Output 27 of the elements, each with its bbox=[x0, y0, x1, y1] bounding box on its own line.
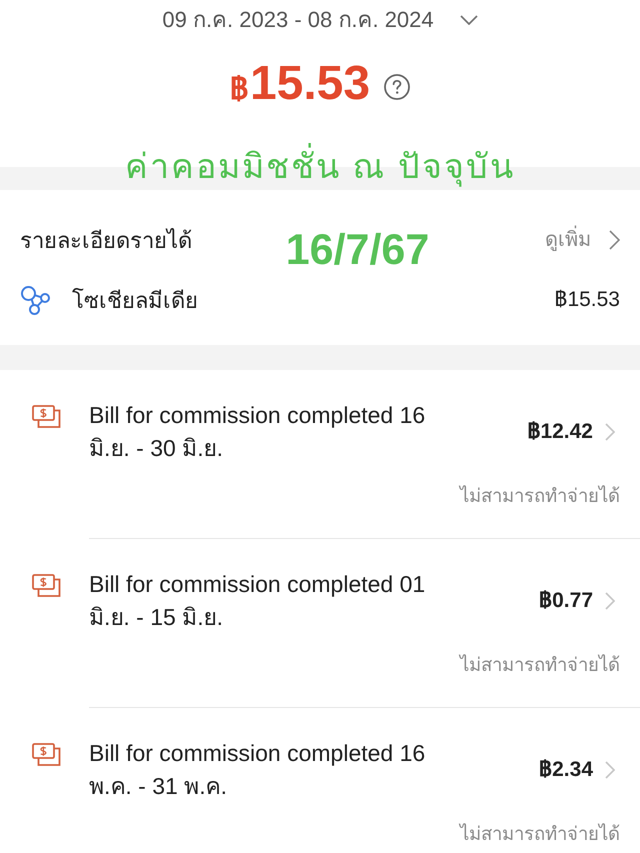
bill-status: ไม่สามารถทำจ่ายได้ bbox=[458, 653, 620, 677]
chevron-right-icon bbox=[609, 230, 620, 250]
bill-amount-link[interactable]: ฿12.42 bbox=[527, 416, 593, 448]
bill-amount-link[interactable]: ฿2.34 bbox=[539, 754, 593, 786]
bill-title: Bill for commission completed 16 มิ.ย. - 30 มิ.ย. bbox=[89, 401, 426, 463]
chevron-right-icon[interactable] bbox=[605, 592, 615, 610]
section-title: รายละเอียดรายได้ bbox=[20, 226, 192, 254]
bill-title: Bill for commission completed 16 พ.ค. - 31 พ.ค. bbox=[89, 739, 426, 801]
source-name: โซเชียลมีเดีย bbox=[72, 286, 198, 314]
total-amount: ฿15.53 bbox=[230, 56, 370, 112]
bill-icon bbox=[32, 405, 61, 429]
bill-icon bbox=[32, 743, 61, 767]
source-amount: ฿15.53 bbox=[554, 287, 620, 314]
annotation-text: 16/7/67 bbox=[284, 228, 430, 272]
bill-status: ไม่สามารถทำจ่ายได้ bbox=[458, 484, 620, 508]
bill-amount-link[interactable]: ฿0.77 bbox=[539, 585, 593, 617]
bill-status: ไม่สามารถทำจ่ายได้ bbox=[458, 822, 620, 846]
chevron-right-icon[interactable] bbox=[605, 423, 615, 441]
network-icon bbox=[20, 285, 50, 315]
annotation-text: ค่าคอมมิชชั่น ณ ปัจจุบัน bbox=[125, 144, 515, 190]
help-icon[interactable] bbox=[384, 74, 410, 100]
see-more-link[interactable]: ดูเพิ่ม bbox=[545, 225, 620, 255]
chevron-down-icon[interactable] bbox=[460, 15, 478, 25]
chevron-right-icon[interactable] bbox=[605, 761, 615, 779]
bill-icon bbox=[32, 574, 61, 598]
bill-title: Bill for commission completed 01 มิ.ย. - 15 มิ.ย. bbox=[89, 570, 426, 632]
date-range-text[interactable]: 09 ก.ค. 2023 - 08 ก.ค. 2024 bbox=[162, 4, 434, 36]
